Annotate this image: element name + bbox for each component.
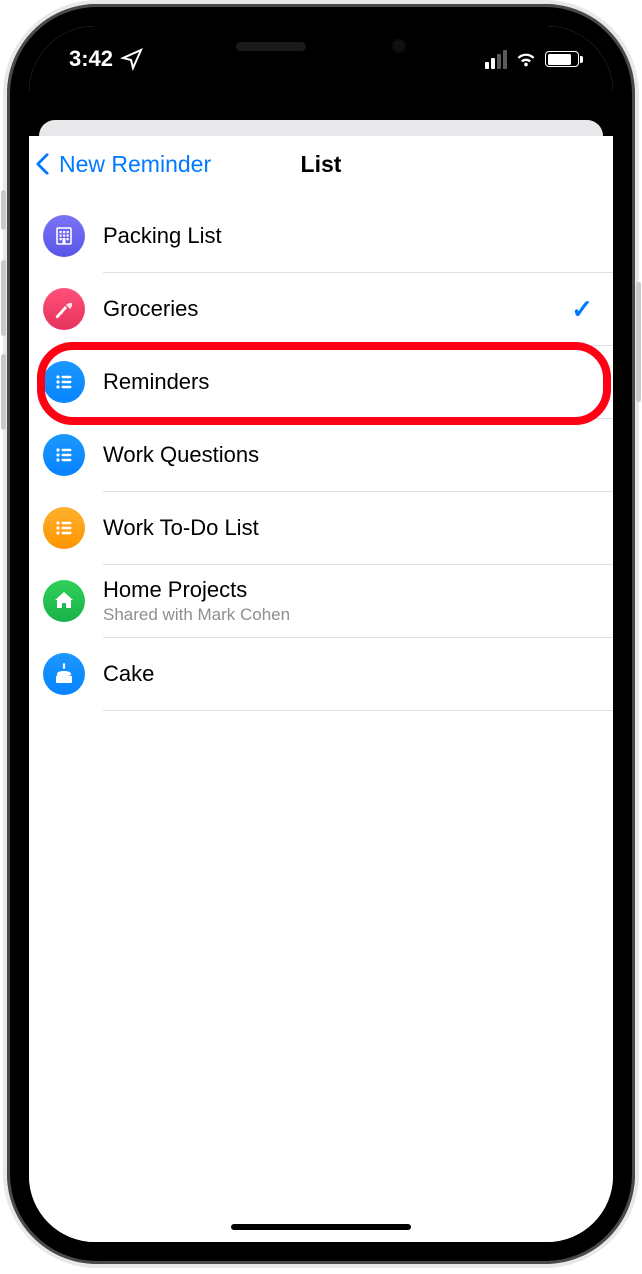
list-row-groceries[interactable]: Groceries ✓: [43, 273, 613, 345]
location-icon: [120, 47, 144, 71]
phone-frame: 3:42 New Reminder: [7, 4, 635, 1264]
list-row-label: Groceries: [103, 296, 553, 322]
list-row-packing[interactable]: Packing List: [43, 200, 613, 272]
battery-icon: [545, 51, 579, 67]
bullets-icon: [43, 361, 85, 403]
house-icon: [43, 580, 85, 622]
background-sheet-peek: [39, 120, 603, 136]
list-row-home[interactable]: Home ProjectsShared with Mark Cohen: [43, 565, 613, 637]
list-row-worktodo[interactable]: Work To-Do List: [43, 492, 613, 564]
nav-title: List: [301, 151, 342, 178]
list-row-label: Work To-Do List: [103, 515, 593, 541]
speaker-grill: [236, 42, 306, 51]
nav-bar: New Reminder List: [29, 136, 613, 192]
cellular-icon: [485, 50, 507, 69]
wifi-icon: [515, 48, 537, 70]
list-row-workq[interactable]: Work Questions: [43, 419, 613, 491]
screen: 3:42 New Reminder: [29, 26, 613, 1242]
notch: [193, 26, 449, 66]
list-row-label: Cake: [103, 661, 593, 687]
volume-down-button: [1, 354, 6, 430]
checkmark-icon: ✓: [571, 294, 593, 325]
power-button: [636, 282, 641, 402]
list-row-label: Home Projects: [103, 577, 593, 603]
list-row-label: Packing List: [103, 223, 593, 249]
volume-up-button: [1, 260, 6, 336]
home-indicator[interactable]: [231, 1224, 411, 1230]
lists-table: Packing List Groceries ✓ Reminders Work Ques…: [29, 192, 613, 711]
list-row-label: Work Questions: [103, 442, 593, 468]
list-row-cake[interactable]: Cake: [43, 638, 613, 710]
front-camera: [392, 39, 406, 53]
bullets-icon: [43, 507, 85, 549]
back-label: New Reminder: [59, 151, 211, 178]
modal-sheet: New Reminder List Packing List Groceries ✓…: [29, 136, 613, 1242]
status-time: 3:42: [69, 46, 113, 72]
chevron-left-icon: [36, 153, 59, 176]
list-row-reminders[interactable]: Reminders: [43, 346, 613, 418]
list-row-label: Reminders: [103, 369, 593, 395]
cake-icon: [43, 653, 85, 695]
building-icon: [43, 215, 85, 257]
mute-switch: [1, 190, 6, 230]
carrot-icon: [43, 288, 85, 330]
back-button[interactable]: New Reminder: [39, 136, 211, 192]
list-row-subtitle: Shared with Mark Cohen: [103, 605, 593, 625]
bullets-icon: [43, 434, 85, 476]
separator: [103, 710, 613, 711]
